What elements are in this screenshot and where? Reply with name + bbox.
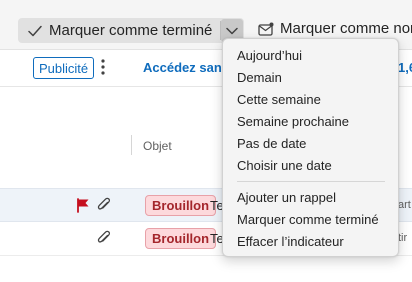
message-preview: tir	[398, 232, 408, 244]
flag-dropdown-menu: Aujourd’hui Demain Cette semaine Semaine…	[222, 38, 399, 257]
menu-item-tomorrow[interactable]: Demain	[237, 67, 282, 87]
mark-as-complete-split-button[interactable]: Marquer comme terminé	[18, 18, 244, 43]
draft-badge: Brouillon	[145, 228, 217, 249]
message-preview: art	[398, 199, 411, 211]
ad-right-text: 1,6	[398, 60, 412, 75]
mark-as-complete-label: Marquer comme terminé	[49, 22, 213, 39]
menu-item-this-week[interactable]: Cette semaine	[237, 89, 321, 109]
menu-separator	[237, 181, 385, 182]
paperclip-icon	[97, 230, 111, 243]
draft-badge: Brouillon	[145, 195, 217, 216]
menu-item-today[interactable]: Aujourd’hui	[237, 45, 302, 65]
checkmark-icon	[28, 25, 42, 36]
envelope-dot-icon	[258, 22, 274, 36]
mark-as-unread-button[interactable]: Marquer comme non	[258, 20, 412, 37]
menu-item-next-week[interactable]: Semaine prochaine	[237, 111, 349, 131]
mark-as-unread-label: Marquer comme non	[280, 20, 412, 37]
menu-item-custom-date[interactable]: Choisir une date	[237, 155, 332, 175]
split-divider	[220, 21, 221, 40]
paperclip-icon	[97, 197, 111, 210]
menu-item-mark-complete[interactable]: Marquer comme terminé	[237, 209, 379, 229]
mark-as-complete-button[interactable]: Marquer comme terminé	[18, 18, 220, 43]
column-divider[interactable]	[131, 135, 132, 155]
more-options-icon[interactable]	[100, 58, 106, 76]
subject-column-header[interactable]: Objet	[143, 139, 172, 153]
menu-item-no-date[interactable]: Pas de date	[237, 133, 306, 153]
chevron-down-icon	[226, 27, 238, 34]
menu-item-add-reminder[interactable]: Ajouter un rappel	[237, 187, 336, 207]
flag-icon[interactable]	[76, 198, 90, 213]
ad-badge: Publicité	[33, 57, 95, 79]
menu-item-clear-flag[interactable]: Effacer l’indicateur	[237, 231, 344, 251]
ad-link[interactable]: Accédez san	[143, 60, 222, 75]
